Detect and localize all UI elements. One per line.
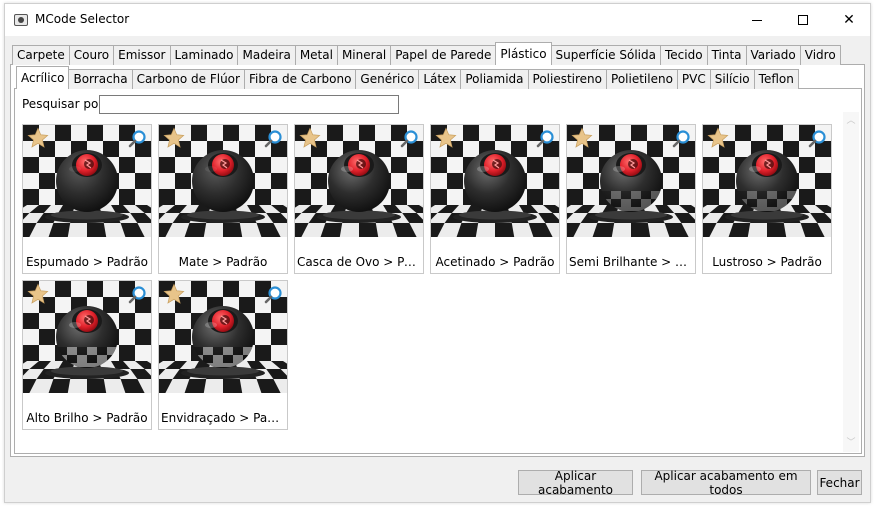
tab-subcategory-7[interactable]: Poliestireno — [527, 69, 608, 89]
tab-subcategory-10[interactable]: Silício — [709, 69, 755, 89]
scroll-down-icon[interactable]: ﹀ — [843, 436, 859, 450]
star-icon[interactable] — [571, 127, 593, 149]
tab-category-13[interactable]: Vidro — [799, 45, 841, 65]
material-card[interactable]: Semi Brilhante > Pad... — [566, 124, 696, 274]
star-icon[interactable] — [299, 127, 321, 149]
material-card[interactable]: Lustroso > Padrão — [702, 124, 832, 274]
tab-subcategory-1[interactable]: Borracha — [68, 69, 133, 89]
tab-category-2[interactable]: Emissor — [113, 45, 171, 65]
category-tabs: Carpete Couro Emissor Laminado Madeira Metal M… — [12, 42, 841, 65]
tab-category-10[interactable]: Tecido — [659, 45, 708, 65]
window-title: MCode Selector — [35, 12, 130, 26]
app-window: MCode Selector ✕ Carpete Couro Emissor Lami… — [4, 3, 871, 503]
tab-category-6[interactable]: Mineral — [336, 45, 392, 65]
material-label: Alto Brilho > Padrão — [26, 411, 148, 425]
tab-category-5[interactable]: Metal — [294, 45, 338, 65]
star-icon[interactable] — [435, 127, 457, 149]
app-icon — [14, 14, 28, 26]
search-label: Pesquisar por: — [22, 97, 108, 111]
star-icon[interactable] — [27, 283, 49, 305]
subcategory-tabs: Acrílico Borracha Carbono de Flúor Fibra de… — [16, 66, 799, 89]
magnifier-icon[interactable] — [671, 129, 691, 149]
tab-category-3[interactable]: Laminado — [169, 45, 239, 65]
magnifier-icon[interactable] — [399, 129, 419, 149]
tab-subcategory-11[interactable]: Teflon — [753, 69, 799, 89]
tab-subcategory-9[interactable]: PVC — [676, 69, 711, 89]
tab-subcategory-3[interactable]: Fibra de Carbono — [243, 69, 357, 89]
search-input[interactable] — [99, 95, 399, 114]
material-label: Mate > Padrão — [178, 255, 268, 269]
tab-subcategory-6[interactable]: Poliamida — [460, 69, 529, 89]
tab-subcategory-0[interactable]: Acrílico — [16, 66, 70, 89]
star-icon[interactable] — [707, 127, 729, 149]
tab-category-4[interactable]: Madeira — [237, 45, 296, 65]
material-label: Semi Brilhante > Pad... — [569, 255, 693, 269]
apply-finish-button[interactable]: Aplicar acabamento — [518, 469, 633, 497]
tab-category-9[interactable]: Superfície Sólida — [550, 45, 661, 65]
close-window-button[interactable]: ✕ — [826, 4, 872, 36]
star-icon[interactable] — [163, 283, 185, 305]
material-label: Casca de Ovo > Padr... — [297, 255, 421, 269]
tab-subcategory-5[interactable]: Látex — [418, 69, 462, 89]
tab-subcategory-8[interactable]: Polietileno — [606, 69, 678, 89]
material-label: Lustroso > Padrão — [712, 255, 822, 269]
title-bar[interactable]: MCode Selector ✕ — [5, 4, 870, 36]
vertical-scrollbar[interactable]: ︿ ﹀ — [843, 112, 859, 452]
maximize-button[interactable] — [780, 4, 826, 36]
close-icon: ✕ — [843, 12, 855, 28]
apply-finish-all-button[interactable]: Aplicar acabamento em todos — [641, 469, 811, 497]
tab-category-12[interactable]: Variado — [745, 45, 801, 65]
tab-category-1[interactable]: Couro — [68, 45, 115, 65]
material-card[interactable]: Espumado > Padrão — [22, 124, 152, 274]
tab-category-8[interactable]: Plástico — [495, 42, 552, 65]
scroll-up-icon[interactable]: ︿ — [843, 114, 859, 128]
minimize-button[interactable] — [734, 4, 780, 36]
material-card[interactable]: Casca de Ovo > Padr... — [294, 124, 424, 274]
star-icon[interactable] — [163, 127, 185, 149]
material-label: Envidraçado > Padrão — [161, 411, 285, 425]
star-icon[interactable] — [27, 127, 49, 149]
material-card[interactable]: Alto Brilho > Padrão — [22, 280, 152, 430]
tab-subcategory-4[interactable]: Genérico — [355, 69, 420, 89]
magnifier-icon[interactable] — [127, 285, 147, 305]
tab-subcategory-2[interactable]: Carbono de Flúor — [131, 69, 245, 89]
material-label: Acetinado > Padrão — [435, 255, 555, 269]
material-label: Espumado > Padrão — [25, 255, 149, 269]
magnifier-icon[interactable] — [127, 129, 147, 149]
material-card[interactable]: Mate > Padrão — [158, 124, 288, 274]
minimize-icon — [752, 19, 762, 21]
material-card[interactable]: Acetinado > Padrão — [430, 124, 560, 274]
maximize-icon — [798, 15, 808, 25]
magnifier-icon[interactable] — [263, 285, 283, 305]
tab-category-0[interactable]: Carpete — [12, 45, 70, 65]
tab-category-7[interactable]: Papel de Parede — [390, 45, 497, 65]
tab-category-11[interactable]: Tinta — [706, 45, 747, 65]
magnifier-icon[interactable] — [263, 129, 283, 149]
magnifier-icon[interactable] — [807, 129, 827, 149]
material-card[interactable]: Envidraçado > Padrão — [158, 280, 288, 430]
magnifier-icon[interactable] — [535, 129, 555, 149]
close-button[interactable]: Fechar — [817, 470, 862, 495]
